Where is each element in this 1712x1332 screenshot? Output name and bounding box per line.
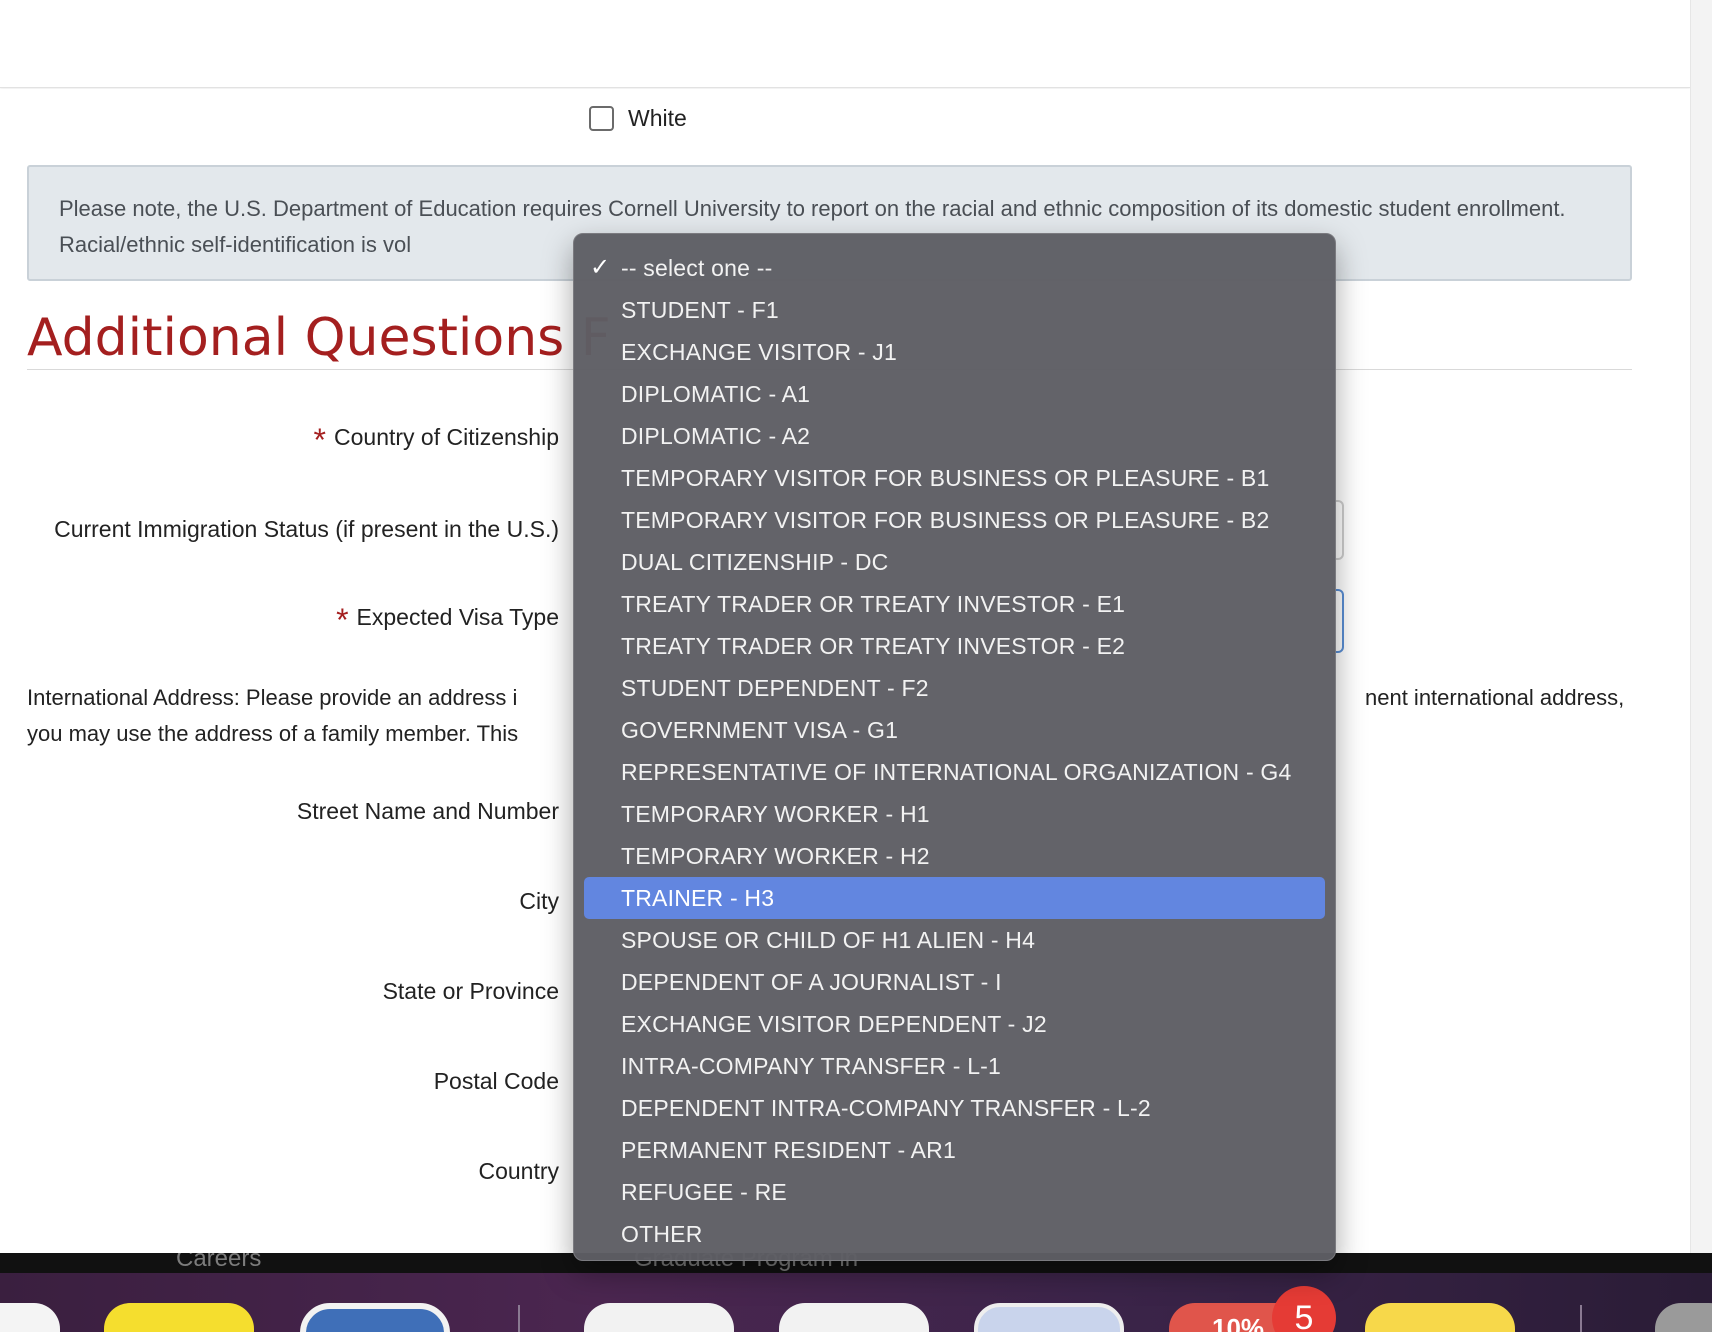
numbers-app-icon[interactable] — [584, 1303, 734, 1332]
visa-option[interactable]: TEMPORARY WORKER - H1 — [574, 793, 1335, 835]
finder-app-icon[interactable] — [0, 1303, 60, 1332]
visa-option[interactable]: SPOUSE OR CHILD OF H1 ALIEN - H4 — [574, 919, 1335, 961]
checkmark-icon: ✓ — [590, 254, 611, 281]
browser-app-icon[interactable] — [300, 1303, 450, 1332]
visa-option[interactable]: TEMPORARY VISITOR FOR BUSINESS OR PLEASU… — [574, 457, 1335, 499]
visa-option-label: DEPENDENT OF A JOURNALIST - I — [621, 969, 1002, 995]
visa-option[interactable]: EXCHANGE VISITOR DEPENDENT - J2 — [574, 1003, 1335, 1045]
visa-option-label: STUDENT - F1 — [621, 297, 779, 323]
visa-option-label: INTRA-COMPANY TRANSFER - L-1 — [621, 1053, 1002, 1079]
visa-option-label: PERMANENT RESIDENT - AR1 — [621, 1137, 956, 1163]
visa-option-label: DIPLOMATIC - A2 — [621, 423, 811, 449]
notification-badge: 5 — [1272, 1286, 1336, 1332]
visa-option[interactable]: TEMPORARY VISITOR FOR BUSINESS OR PLEASU… — [574, 499, 1335, 541]
visa-option-label: DUAL CITIZENSHIP - DC — [621, 549, 889, 575]
visa-type-label: * Expected Visa Type — [336, 602, 559, 639]
stickies-app-icon[interactable] — [1365, 1303, 1515, 1332]
dock-separator — [518, 1305, 520, 1332]
visa-option-label: OTHER — [621, 1221, 703, 1247]
visa-option-label: TEMPORARY WORKER - H2 — [621, 843, 930, 869]
visa-option[interactable]: OTHER — [574, 1213, 1335, 1255]
visa-option[interactable]: TEMPORARY WORKER - H2 — [574, 835, 1335, 877]
visa-option-label: DEPENDENT INTRA-COMPANY TRANSFER - L-2 — [621, 1095, 1151, 1121]
visa-option-label: STUDENT DEPENDENT - F2 — [621, 675, 929, 701]
white-checkbox[interactable] — [589, 105, 614, 131]
visa-option[interactable]: INTRA-COMPANY TRANSFER - L-1 — [574, 1045, 1335, 1087]
visa-option[interactable]: DIPLOMATIC - A1 — [574, 373, 1335, 415]
visa-type-dropdown-menu[interactable]: ✓ -- select one -- STUDENT - F1 EXCHANGE VI… — [573, 233, 1336, 1261]
visa-option-label: TRAINER - H3 — [621, 885, 775, 911]
section-title: Additional Questions F — [27, 308, 611, 368]
visa-option[interactable]: GOVERNMENT VISA - G1 — [574, 709, 1335, 751]
notes-app-icon[interactable] — [104, 1303, 254, 1332]
page-scrollbar[interactable] — [1690, 0, 1712, 1253]
visa-option-label: REFUGEE - RE — [621, 1179, 787, 1205]
required-asterisk: * — [313, 422, 326, 458]
visa-option[interactable]: TRAINER - H3 — [584, 877, 1325, 919]
visa-option-label: TEMPORARY VISITOR FOR BUSINESS OR PLEASU… — [621, 507, 1270, 533]
state-label: State or Province — [382, 978, 559, 1004]
visa-option[interactable]: DIPLOMATIC - A2 — [574, 415, 1335, 457]
visa-option[interactable]: TREATY TRADER OR TREATY INVESTOR - E2 — [574, 625, 1335, 667]
spreadsheet-app-icon[interactable] — [779, 1303, 929, 1332]
visa-type-label-text: Expected Visa Type — [356, 604, 559, 630]
visa-option[interactable]: STUDENT DEPENDENT - F2 — [574, 667, 1335, 709]
visa-option[interactable]: PERMANENT RESIDENT - AR1 — [574, 1129, 1335, 1171]
street-label: Street Name and Number — [296, 798, 559, 824]
visa-option[interactable]: REFUGEE - RE — [574, 1171, 1335, 1213]
visa-option-label: -- select one -- — [621, 255, 773, 281]
visa-option[interactable]: DEPENDENT OF A JOURNALIST - I — [574, 961, 1335, 1003]
visa-option[interactable]: DEPENDENT INTRA-COMPANY TRANSFER - L-2 — [574, 1087, 1335, 1129]
macos-dock: 10% 5 — [0, 1273, 1712, 1332]
visa-option[interactable]: ✓ -- select one -- — [574, 247, 1335, 289]
visa-option-label: TEMPORARY WORKER - H1 — [621, 801, 930, 827]
visa-option-label: TREATY TRADER OR TREATY INVESTOR - E2 — [621, 633, 1126, 659]
visa-option-label: EXCHANGE VISITOR DEPENDENT - J2 — [621, 1011, 1047, 1037]
country-label: Country — [478, 1158, 559, 1184]
visa-option-label: TREATY TRADER OR TREATY INVESTOR - E1 — [621, 591, 1126, 617]
visa-option[interactable]: REPRESENTATIVE OF INTERNATIONAL ORGANIZA… — [574, 751, 1335, 793]
visa-option-label: DIPLOMATIC - A1 — [621, 381, 811, 407]
visa-option-label: EXCHANGE VISITOR - J1 — [621, 339, 897, 365]
citizenship-label: * Country of Citizenship — [314, 422, 559, 459]
app-percent-label: 10% — [1212, 1313, 1265, 1332]
visa-option-label: REPRESENTATIVE OF INTERNATIONAL ORGANIZA… — [621, 759, 1292, 785]
footer-careers: Careers — [176, 1253, 262, 1272]
race-white-option[interactable]: White — [589, 104, 687, 132]
immigration-status-label: Current Immigration Status (if present i… — [54, 516, 559, 542]
visa-option[interactable]: EXCHANGE VISITOR - J1 — [574, 331, 1335, 373]
visa-option[interactable]: TREATY TRADER OR TREATY INVESTOR - E1 — [574, 583, 1335, 625]
visa-option-label: GOVERNMENT VISA - G1 — [621, 717, 899, 743]
visa-option-label: TEMPORARY VISITOR FOR BUSINESS OR PLEASU… — [621, 465, 1270, 491]
white-checkbox-label: White — [628, 104, 687, 131]
browser-top-area — [0, 0, 1690, 88]
preview-app-icon[interactable] — [974, 1303, 1124, 1332]
visa-option-label: SPOUSE OR CHILD OF H1 ALIEN - H4 — [621, 927, 1036, 953]
required-asterisk: * — [336, 602, 349, 638]
visa-option[interactable]: STUDENT - F1 — [574, 289, 1335, 331]
postal-code-label: Postal Code — [433, 1068, 559, 1094]
visa-option[interactable]: DUAL CITIZENSHIP - DC — [574, 541, 1335, 583]
citizenship-label-text: Country of Citizenship — [334, 424, 559, 450]
dock-separator — [1580, 1305, 1582, 1332]
intl-line-1-right: nent international address, — [1365, 685, 1625, 710]
trash-icon[interactable] — [1655, 1303, 1712, 1332]
city-label: City — [519, 888, 559, 914]
